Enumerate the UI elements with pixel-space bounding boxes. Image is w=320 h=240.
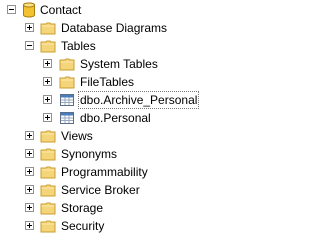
folder-icon — [40, 20, 56, 36]
node-label: FileTables — [80, 75, 135, 89]
tree-node-views[interactable]: Views — [0, 127, 202, 145]
tree-node-filetables[interactable]: FileTables — [0, 73, 202, 91]
expand-toggle-icon[interactable] — [43, 113, 52, 122]
folder-icon — [59, 74, 75, 90]
expand-toggle-icon[interactable] — [43, 95, 52, 104]
expand-toggle-icon[interactable] — [25, 167, 34, 176]
node-label: Synonyms — [61, 147, 118, 161]
expand-toggle-icon[interactable] — [25, 221, 34, 230]
node-label: Contact — [40, 3, 82, 17]
tree-node-synonyms[interactable]: Synonyms — [0, 145, 202, 163]
tree-node-tables[interactable]: Tables — [0, 37, 202, 55]
tree-node-system-tables[interactable]: System Tables — [0, 55, 202, 73]
node-label: Service Broker — [61, 183, 140, 197]
node-label: Storage — [61, 201, 104, 215]
folder-icon — [40, 182, 56, 198]
folder-icon — [40, 218, 56, 234]
tree-node-table-personal[interactable]: dbo.Personal — [0, 109, 202, 127]
tree-node-security[interactable]: Security — [0, 217, 202, 235]
folder-icon — [40, 38, 56, 54]
collapse-toggle-icon[interactable] — [7, 5, 16, 14]
node-label: Views — [61, 129, 93, 143]
tree-node-service-broker[interactable]: Service Broker — [0, 181, 202, 199]
folder-icon — [40, 128, 56, 144]
expand-toggle-icon[interactable] — [25, 149, 34, 158]
tree-node-programmability[interactable]: Programmability — [0, 163, 202, 181]
expand-toggle-icon[interactable] — [25, 185, 34, 194]
node-label: System Tables — [80, 57, 158, 71]
tree-node-contact[interactable]: Contact — [0, 1, 202, 19]
folder-icon — [40, 200, 56, 216]
node-label: dbo.Personal — [80, 111, 151, 125]
tree-node-storage[interactable]: Storage — [0, 199, 202, 217]
tree-node-table-archive-personal[interactable]: dbo.Archive_Personal — [0, 91, 202, 109]
expand-toggle-icon[interactable] — [25, 131, 34, 140]
table-icon — [59, 92, 75, 108]
object-explorer-tree: Contact Database Diagrams Tables System … — [0, 0, 202, 238]
table-icon — [59, 110, 75, 126]
node-label: Programmability — [61, 165, 148, 179]
expand-toggle-icon[interactable] — [43, 59, 52, 68]
collapse-toggle-icon[interactable] — [25, 41, 34, 50]
folder-icon — [40, 146, 56, 162]
node-label: dbo.Archive_Personal — [77, 91, 200, 109]
expand-toggle-icon[interactable] — [25, 203, 34, 212]
tree-node-database-diagrams[interactable]: Database Diagrams — [0, 19, 202, 37]
database-icon — [21, 2, 37, 18]
folder-icon — [59, 56, 75, 72]
expand-toggle-icon[interactable] — [43, 77, 52, 86]
node-label: Database Diagrams — [61, 21, 168, 35]
folder-icon — [40, 164, 56, 180]
node-label: Tables — [61, 39, 96, 53]
expand-toggle-icon[interactable] — [25, 23, 34, 32]
node-label: Security — [61, 219, 105, 233]
